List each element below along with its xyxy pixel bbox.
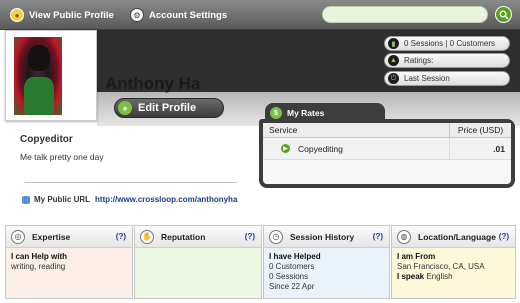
expertise-text: writing, reading [11, 262, 66, 271]
price-cell: .01 [449, 138, 511, 159]
expertise-heading: I can Help with [11, 252, 68, 261]
public-url-label: My Public URL [34, 195, 91, 204]
last-session-text: Last Session [404, 74, 450, 83]
sessions-icon: ▮ [388, 38, 399, 49]
edit-profile-label: Edit Profile [138, 102, 197, 114]
view-public-profile-label: View Public Profile [29, 9, 114, 21]
reputation-help-link[interactable]: (?) [245, 232, 255, 241]
location-body: I am From San Francisco, CA, USA I speak… [392, 248, 515, 286]
divider [25, 182, 237, 183]
ratings-text: Ratings: [404, 56, 434, 65]
globe-icon: ◍ [397, 229, 411, 244]
rates-panel: Service Price (USD) ▶ Copyediting .01 [259, 119, 515, 188]
service-column-header: Service [269, 125, 298, 135]
view-public-profile-link[interactable]: ● View Public Profile [10, 8, 114, 22]
from-value: San Francisco, CA, USA [397, 262, 485, 271]
profile-title: Copyeditor [20, 134, 73, 145]
reputation-header: ✋ Reputation (?) [135, 226, 261, 248]
location-header: ◍ Location/Language (?) [392, 226, 515, 248]
location-help-link[interactable]: (?) [499, 232, 509, 241]
speak-label: I speak [397, 272, 425, 281]
since-date: Since 22 Apr [269, 282, 315, 291]
sessions-text: 0 Sessions | 0 Customers [404, 39, 496, 48]
public-url-link[interactable]: http://www.crossloop.com/anthonyha [95, 195, 237, 204]
session-history-panel: ◷ Session History (?) I have Helped 0 Cu… [263, 225, 390, 299]
profile-photo-frame [5, 30, 97, 121]
my-rates-label: My Rates [287, 108, 325, 118]
expertise-title: Expertise [32, 231, 71, 242]
profile-tagline: Me talk pretty one day [20, 152, 104, 162]
ratings-stat: ▲ Ratings: [384, 53, 510, 68]
eye-icon: ● [10, 8, 24, 22]
price-column-header: Price (USD) [449, 123, 511, 137]
last-session-stat: ⏻ Last Session [384, 71, 510, 86]
profile-name: Anthony Ha [105, 74, 201, 93]
expertise-help-link[interactable]: (?) [116, 232, 126, 241]
thumbs-up-icon: ▲ [388, 55, 399, 66]
search-input[interactable] [322, 6, 488, 23]
expertise-icon: ◎ [11, 229, 25, 244]
session-history-body: I have Helped 0 Customers 0 Sessions Sin… [264, 248, 389, 296]
reputation-panel: ✋ Reputation (?) [134, 225, 262, 299]
rates-table-header: Service Price (USD) [263, 123, 511, 138]
clock-icon: ◷ [269, 229, 283, 244]
edit-profile-button[interactable]: ● Edit Profile [114, 98, 224, 118]
expertise-panel: ◎ Expertise (?) I can Help with writing,… [5, 225, 133, 299]
service-name: Copyediting [298, 143, 343, 154]
public-url-row: My Public URL http://www.crossloop.com/a… [22, 195, 237, 204]
link-icon [22, 195, 30, 204]
session-history-title: Session History [290, 231, 355, 242]
thumbs-icon: ✋ [140, 229, 154, 244]
profile-photo [14, 37, 62, 115]
speak-value: English [426, 272, 453, 281]
expertise-header: ◎ Expertise (?) [6, 226, 132, 248]
session-history-help-link[interactable]: (?) [373, 232, 383, 241]
person-icon: ● [118, 101, 132, 115]
reputation-title: Reputation [161, 231, 206, 242]
from-label: I am From [397, 252, 436, 261]
account-settings-link[interactable]: ⚙ Account Settings [130, 8, 227, 22]
location-panel: ◍ Location/Language (?) I am From San Fr… [391, 225, 516, 299]
session-history-header: ◷ Session History (?) [264, 226, 389, 248]
service-cell: ▶ Copyediting [263, 144, 449, 154]
arrow-right-icon: ▶ [281, 144, 290, 153]
sessions-count: 0 Sessions [269, 272, 309, 281]
reputation-body [135, 248, 261, 256]
dollar-icon: $ [270, 107, 282, 119]
gear-icon: ⚙ [130, 8, 144, 22]
expertise-body: I can Help with writing, reading [6, 248, 132, 276]
account-settings-label: Account Settings [149, 9, 228, 21]
location-title: Location/Language [418, 231, 496, 242]
search-icon [499, 10, 508, 19]
search-button[interactable] [495, 6, 512, 23]
table-row[interactable]: ▶ Copyediting .01 [263, 138, 511, 160]
power-icon: ⏻ [388, 73, 399, 84]
customers-count: 0 Customers [269, 262, 315, 271]
sessions-stat: ▮ 0 Sessions | 0 Customers [384, 36, 510, 51]
session-history-heading: I have Helped [269, 252, 321, 261]
